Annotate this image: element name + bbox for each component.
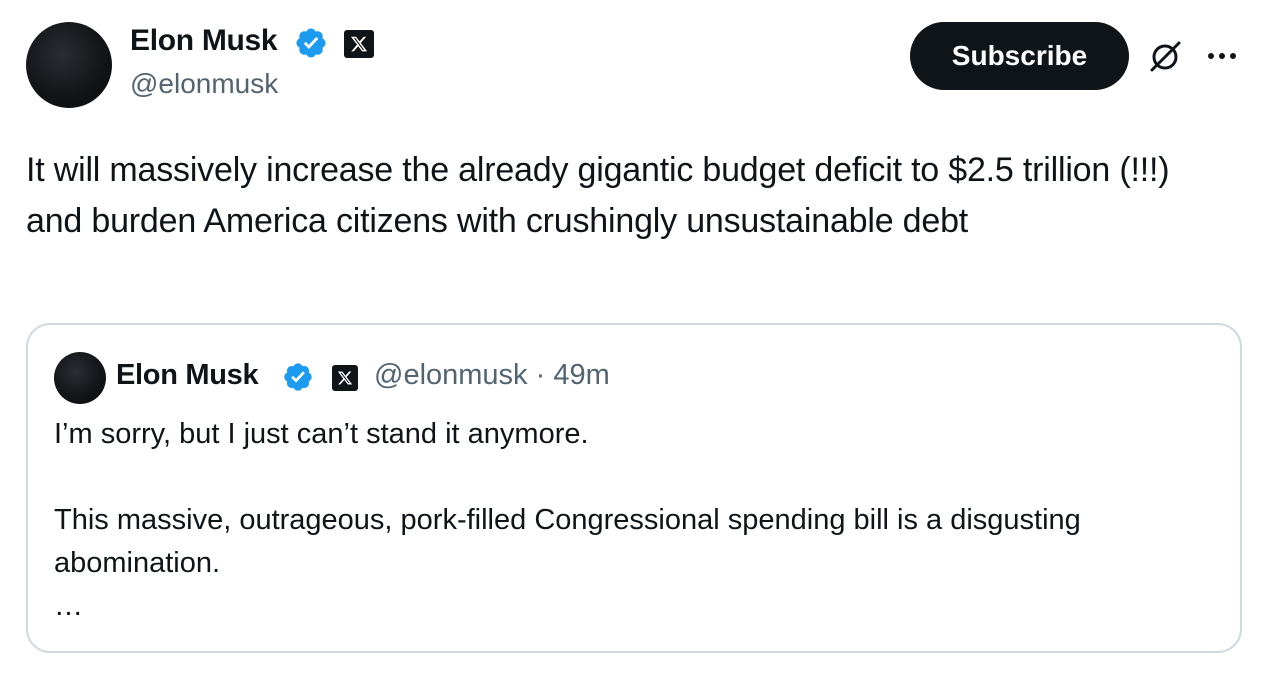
author-name[interactable]: Elon Musk: [130, 24, 278, 58]
x-logo-icon: [332, 365, 358, 391]
quoted-post[interactable]: Elon Musk @elonmusk · 49m I’m sorry, but…: [26, 323, 1242, 653]
quoted-author-avatar[interactable]: [54, 352, 106, 404]
subscribe-button[interactable]: Subscribe: [910, 22, 1129, 90]
author-handle[interactable]: @elonmusk: [130, 68, 278, 100]
post-text: It will massively increase the already g…: [26, 151, 1170, 240]
more-options-icon[interactable]: [1204, 44, 1240, 68]
quoted-post-time[interactable]: 49m: [553, 359, 609, 391]
quoted-post-text: I’m sorry, but I just can’t stand it any…: [54, 418, 1081, 622]
x-logo-icon: [344, 30, 374, 58]
quoted-author-name[interactable]: Elon Musk: [116, 359, 259, 392]
post: Elon Musk @elonmusk Subscribe It will ma…: [0, 0, 1280, 682]
author-avatar[interactable]: [26, 22, 112, 108]
quoted-author-handle[interactable]: @elonmusk: [374, 359, 528, 391]
meta-separator: ·: [535, 359, 546, 391]
grok-icon[interactable]: [1146, 38, 1184, 76]
verified-badge-icon[interactable]: [294, 26, 328, 60]
verified-badge-icon[interactable]: [282, 361, 314, 393]
quoted-post-meta: @elonmusk · 49m: [374, 359, 610, 392]
